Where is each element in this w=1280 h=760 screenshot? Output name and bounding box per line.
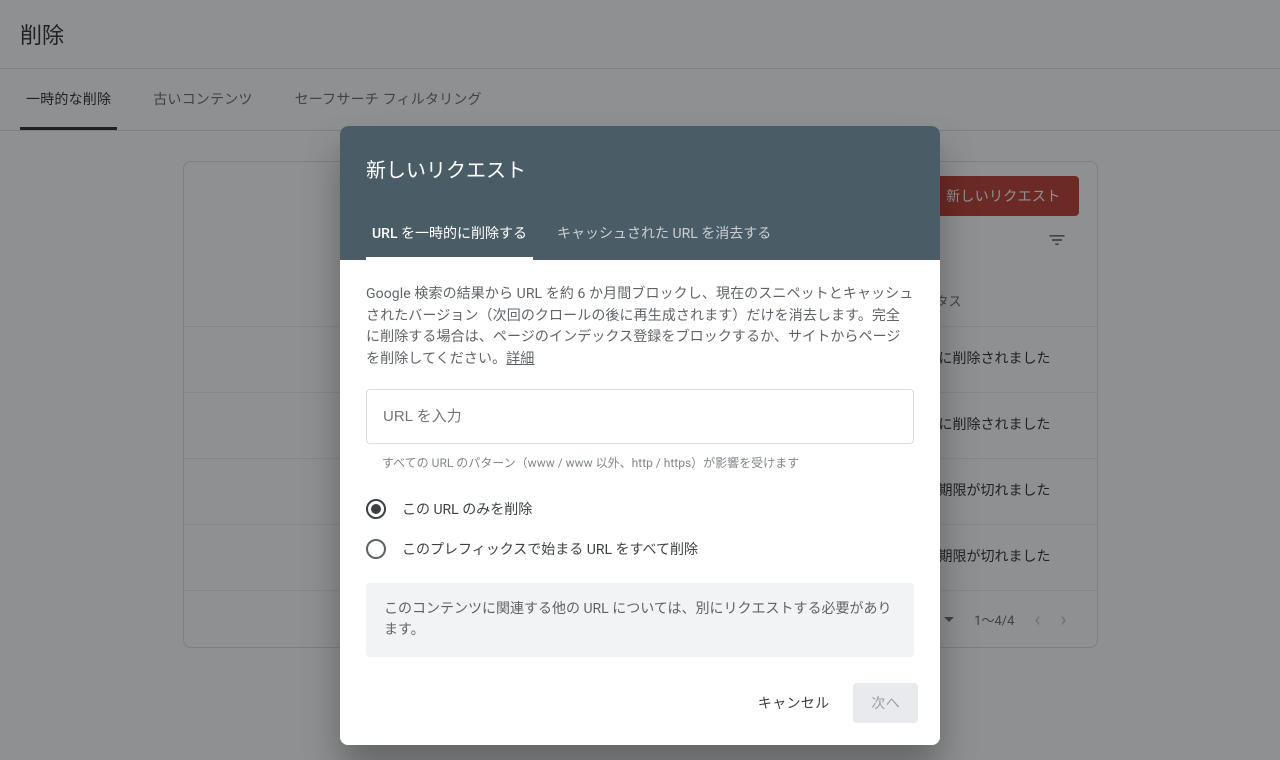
dialog-actions: キャンセル 次へ bbox=[340, 667, 940, 745]
radio-icon bbox=[366, 499, 386, 519]
input-hint: すべての URL のパターン（www / www 以外、http / https… bbox=[382, 454, 914, 471]
radio-remove-prefix-urls[interactable]: このプレフィックスで始まる URL をすべて削除 bbox=[366, 529, 914, 569]
radio-remove-only-this-url[interactable]: この URL のみを削除 bbox=[366, 489, 914, 529]
dialog-body: Google 検索の結果から URL を約 6 か月間ブロックし、現在のスニペッ… bbox=[340, 260, 940, 667]
dialog-tabs: URL を一時的に削除する キャッシュされた URL を消去する bbox=[366, 211, 914, 260]
next-button[interactable]: 次へ bbox=[853, 683, 918, 723]
dialog-tab-temporary-remove[interactable]: URL を一時的に削除する bbox=[366, 211, 533, 260]
new-request-dialog: 新しいリクエスト URL を一時的に削除する キャッシュされた URL を消去す… bbox=[340, 126, 940, 745]
dialog-tab-clear-cache[interactable]: キャッシュされた URL を消去する bbox=[551, 211, 777, 260]
dialog-description: Google 検索の結果から URL を約 6 か月間ブロックし、現在のスニペッ… bbox=[366, 284, 914, 371]
cancel-button[interactable]: キャンセル bbox=[746, 683, 842, 723]
dialog-header: 新しいリクエスト URL を一時的に削除する キャッシュされた URL を消去す… bbox=[340, 126, 940, 260]
info-box: このコンテンツに関連する他の URL については、別にリクエストする必要がありま… bbox=[366, 583, 914, 657]
url-input[interactable] bbox=[366, 389, 914, 444]
dialog-title: 新しいリクエスト bbox=[366, 154, 914, 183]
radio-label: このプレフィックスで始まる URL をすべて削除 bbox=[402, 539, 698, 559]
modal-overlay[interactable]: 新しいリクエスト URL を一時的に削除する キャッシュされた URL を消去す… bbox=[0, 0, 1280, 760]
radio-icon bbox=[366, 539, 386, 559]
radio-label: この URL のみを削除 bbox=[402, 499, 532, 519]
learn-more-link[interactable]: 詳細 bbox=[506, 351, 534, 367]
